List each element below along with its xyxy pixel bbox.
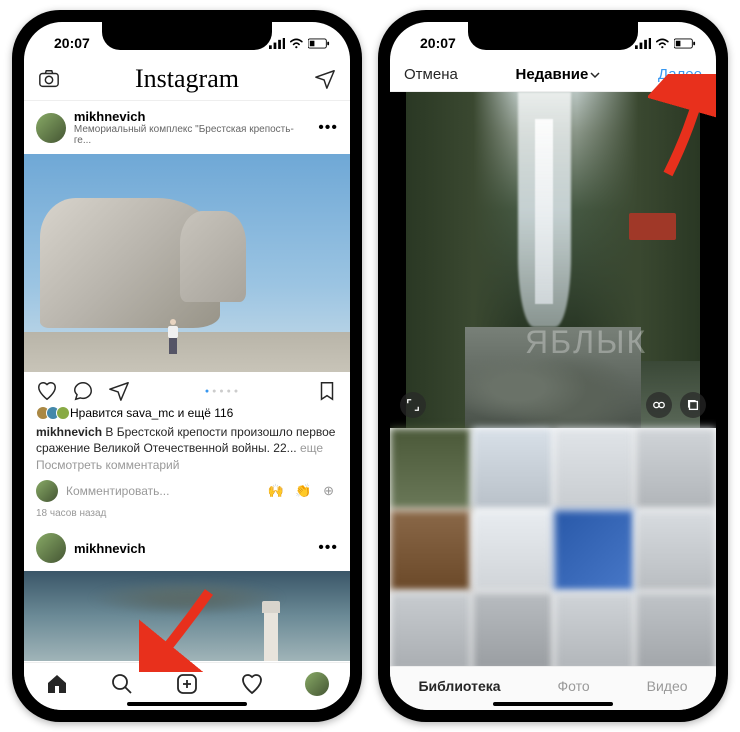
post-location: Мемориальный комплекс "Брестская крепост… [74, 124, 310, 146]
next-post-image[interactable] [24, 571, 350, 661]
photo-thumbnail[interactable] [635, 510, 716, 591]
likes-row[interactable]: Нравится sava_mc и ещё 116 [24, 406, 350, 424]
home-indicator [127, 702, 247, 706]
chevron-down-icon [590, 70, 600, 80]
photo-thumbnail[interactable] [472, 510, 553, 591]
wifi-icon [289, 38, 304, 49]
caption-username[interactable]: mikhnevich [36, 425, 102, 439]
photo-thumbnail[interactable] [472, 592, 553, 673]
camera-icon[interactable] [38, 68, 60, 90]
add-comment-row[interactable]: Комментировать... 🙌 👏 ⊕ [24, 474, 350, 508]
signal-icon [269, 38, 286, 49]
post-image[interactable] [24, 154, 350, 372]
post-header: mikhnevich Мемориальный комплекс "Брестс… [24, 101, 350, 154]
status-time: 20:07 [44, 35, 90, 51]
home-indicator [493, 702, 613, 706]
screen-feed: 20:07 Instagram mikhnevich Мемориальный … [24, 22, 350, 710]
add-post-icon[interactable] [175, 672, 199, 696]
carousel-indicator: ●●●●● [144, 388, 302, 395]
share-icon[interactable] [108, 380, 130, 402]
post-timestamp: 18 часов назад [24, 508, 350, 525]
post-username: mikhnevich [74, 109, 310, 124]
app-header: Instagram [24, 58, 350, 101]
status-icons [269, 38, 330, 49]
avatar[interactable] [36, 533, 66, 563]
instagram-logo: Instagram [135, 64, 239, 94]
battery-icon [674, 38, 696, 49]
notch [468, 22, 638, 50]
phone-left: 20:07 Instagram mikhnevich Мемориальный … [12, 10, 362, 722]
comment-icon[interactable] [72, 380, 94, 402]
more-icon[interactable]: ••• [318, 539, 338, 557]
profile-tab[interactable] [305, 672, 329, 696]
post-username[interactable]: mikhnevich [74, 541, 146, 556]
photo-grid [390, 428, 716, 672]
my-avatar [36, 480, 58, 502]
photo-thumbnail[interactable] [390, 510, 471, 591]
cancel-button[interactable]: Отмена [404, 66, 458, 83]
photo-thumbnail[interactable] [472, 428, 553, 509]
wifi-icon [655, 38, 670, 49]
signal-icon [635, 38, 652, 49]
notch [102, 22, 272, 50]
status-time: 20:07 [410, 35, 456, 51]
quick-emoji[interactable]: 🙌 👏 ⊕ [268, 483, 339, 499]
post-caption: mikhnevich В Брестской крепости произошл… [24, 424, 350, 456]
caption-more[interactable]: еще [300, 441, 323, 455]
boomerang-icon[interactable] [646, 392, 672, 418]
like-avatars [36, 406, 66, 420]
photo-preview[interactable]: ЯБЛЫК [390, 92, 716, 428]
tab-video[interactable]: Видео [647, 678, 688, 694]
more-icon[interactable]: ••• [318, 119, 338, 137]
multi-select-icon[interactable] [680, 392, 706, 418]
like-icon[interactable] [36, 380, 58, 402]
post-actions: ●●●●● [24, 372, 350, 406]
messages-icon[interactable] [314, 68, 336, 90]
photo-thumbnail[interactable] [390, 428, 471, 509]
photo-thumbnail[interactable] [554, 428, 635, 509]
photo-thumbnail[interactable] [390, 592, 471, 673]
next-button[interactable]: Далее [658, 66, 702, 83]
status-icons [635, 38, 696, 49]
photo-thumbnail[interactable] [554, 510, 635, 591]
photo-thumbnail[interactable] [554, 592, 635, 673]
view-comments-link[interactable]: Посмотреть комментарий [24, 456, 350, 474]
photo-thumbnail[interactable] [635, 592, 716, 673]
comment-placeholder: Комментировать... [66, 484, 169, 498]
photo-thumbnail[interactable] [635, 428, 716, 509]
album-title: Недавние [515, 66, 588, 83]
activity-icon[interactable] [240, 672, 264, 696]
likes-text: Нравится sava_mc и ещё 116 [70, 406, 233, 420]
avatar[interactable] [36, 113, 66, 143]
battery-icon [308, 38, 330, 49]
next-post-header: mikhnevich ••• [24, 525, 350, 571]
bookmark-icon[interactable] [316, 380, 338, 402]
album-dropdown[interactable]: Недавние [515, 66, 600, 83]
tab-library[interactable]: Библиотека [418, 678, 500, 694]
home-icon[interactable] [45, 672, 69, 696]
picker-header: Отмена Недавние Далее [390, 58, 716, 92]
screen-picker: 20:07 Отмена Недавние Далее ЯБЛЫК [390, 22, 716, 710]
watermark: ЯБЛЫК [525, 324, 647, 361]
phone-right: 20:07 Отмена Недавние Далее ЯБЛЫК [378, 10, 728, 722]
tab-photo[interactable]: Фото [558, 678, 590, 694]
crop-expand-icon[interactable] [400, 392, 426, 418]
search-icon[interactable] [110, 672, 134, 696]
post-author[interactable]: mikhnevich Мемориальный комплекс "Брестс… [74, 109, 310, 146]
